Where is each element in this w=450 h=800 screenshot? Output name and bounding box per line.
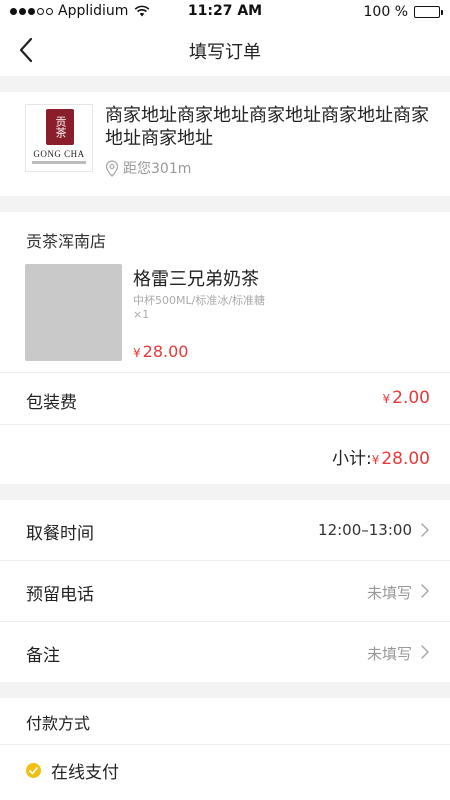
logo-tagline: [32, 161, 86, 164]
distance-text: 距您301m: [123, 161, 192, 177]
chevron-right-icon: [421, 584, 429, 598]
pickup-time-value: 12:00–13:00: [318, 521, 412, 539]
navigation-bar: 填写订单: [0, 24, 450, 76]
product-spec: 中杯500ML/标准冰/标准糖: [133, 294, 266, 307]
store-name: 贡茶浑南店: [26, 232, 107, 251]
subtotal-amount: 28.00: [381, 449, 430, 469]
payment-option-label: 在线支付: [51, 763, 119, 783]
packaging-fee-price: ¥2.00: [383, 388, 431, 408]
product-price: ¥28.00: [133, 342, 188, 361]
phone-row[interactable]: 预留电话 未填写: [0, 561, 450, 621]
payment-method-card: 付款方式 在线支付: [0, 698, 450, 800]
brand-logo-text: GONG CHA: [33, 149, 85, 159]
pickup-time-label: 取餐时间: [26, 524, 94, 544]
divider: [0, 424, 450, 425]
remark-value: 未填写: [366, 645, 412, 663]
subtotal-label: 小计:: [331, 449, 372, 469]
shop-distance: 距您301m: [105, 158, 191, 178]
order-details-card: 贡茶浑南店 格雷三兄弟奶茶 中杯500ML/标准冰/标准糖 ×1 ¥28.00 …: [0, 212, 450, 484]
payment-method-title: 付款方式: [26, 714, 91, 733]
battery-icon: [414, 6, 443, 18]
shop-info-card: 贡茶 GONG CHA 商家地址商家地址商家地址商家地址商家地址商家地址 距您3…: [0, 92, 450, 196]
product-quantity: ×1: [133, 308, 150, 321]
order-options-card: 取餐时间 12:00–13:00 预留电话 未填写 备注 未填写: [0, 500, 450, 682]
divider: [0, 372, 450, 373]
battery-indicator: 100 %: [363, 4, 443, 20]
product-image: [25, 264, 122, 361]
phone-value: 未填写: [366, 584, 412, 602]
remark-row[interactable]: 备注 未填写: [0, 622, 450, 682]
status-bar: Applidium 11:27 AM 100 %: [0, 0, 450, 24]
shop-logo: 贡茶 GONG CHA: [25, 104, 93, 172]
currency-symbol: ¥: [371, 453, 380, 467]
pickup-time-row[interactable]: 取餐时间 12:00–13:00: [0, 500, 450, 560]
packaging-fee-label: 包装费: [26, 393, 77, 413]
checkmark-icon: [26, 763, 41, 778]
phone-label: 预留电话: [26, 585, 94, 605]
chevron-right-icon: [421, 523, 429, 537]
brand-logo-glyph: 贡茶: [46, 109, 74, 145]
battery-percent: 100 %: [363, 4, 408, 20]
shop-address: 商家地址商家地址商家地址商家地址商家地址商家地址: [105, 105, 429, 149]
remark-label: 备注: [26, 646, 60, 666]
subtotal: 小计:¥ 28.00: [332, 444, 430, 469]
page-title: 填写订单: [189, 42, 261, 63]
chevron-right-icon: [421, 645, 429, 659]
product-price-amount: 28.00: [142, 342, 189, 361]
packaging-fee-amount: 2.00: [392, 388, 430, 408]
currency-symbol: ¥: [382, 392, 391, 406]
product-name: 格雷三兄弟奶茶: [133, 269, 259, 290]
currency-symbol: ¥: [133, 346, 141, 360]
location-pin-icon: [105, 159, 119, 177]
payment-option-online[interactable]: 在线支付: [26, 758, 119, 783]
divider: [0, 744, 450, 745]
